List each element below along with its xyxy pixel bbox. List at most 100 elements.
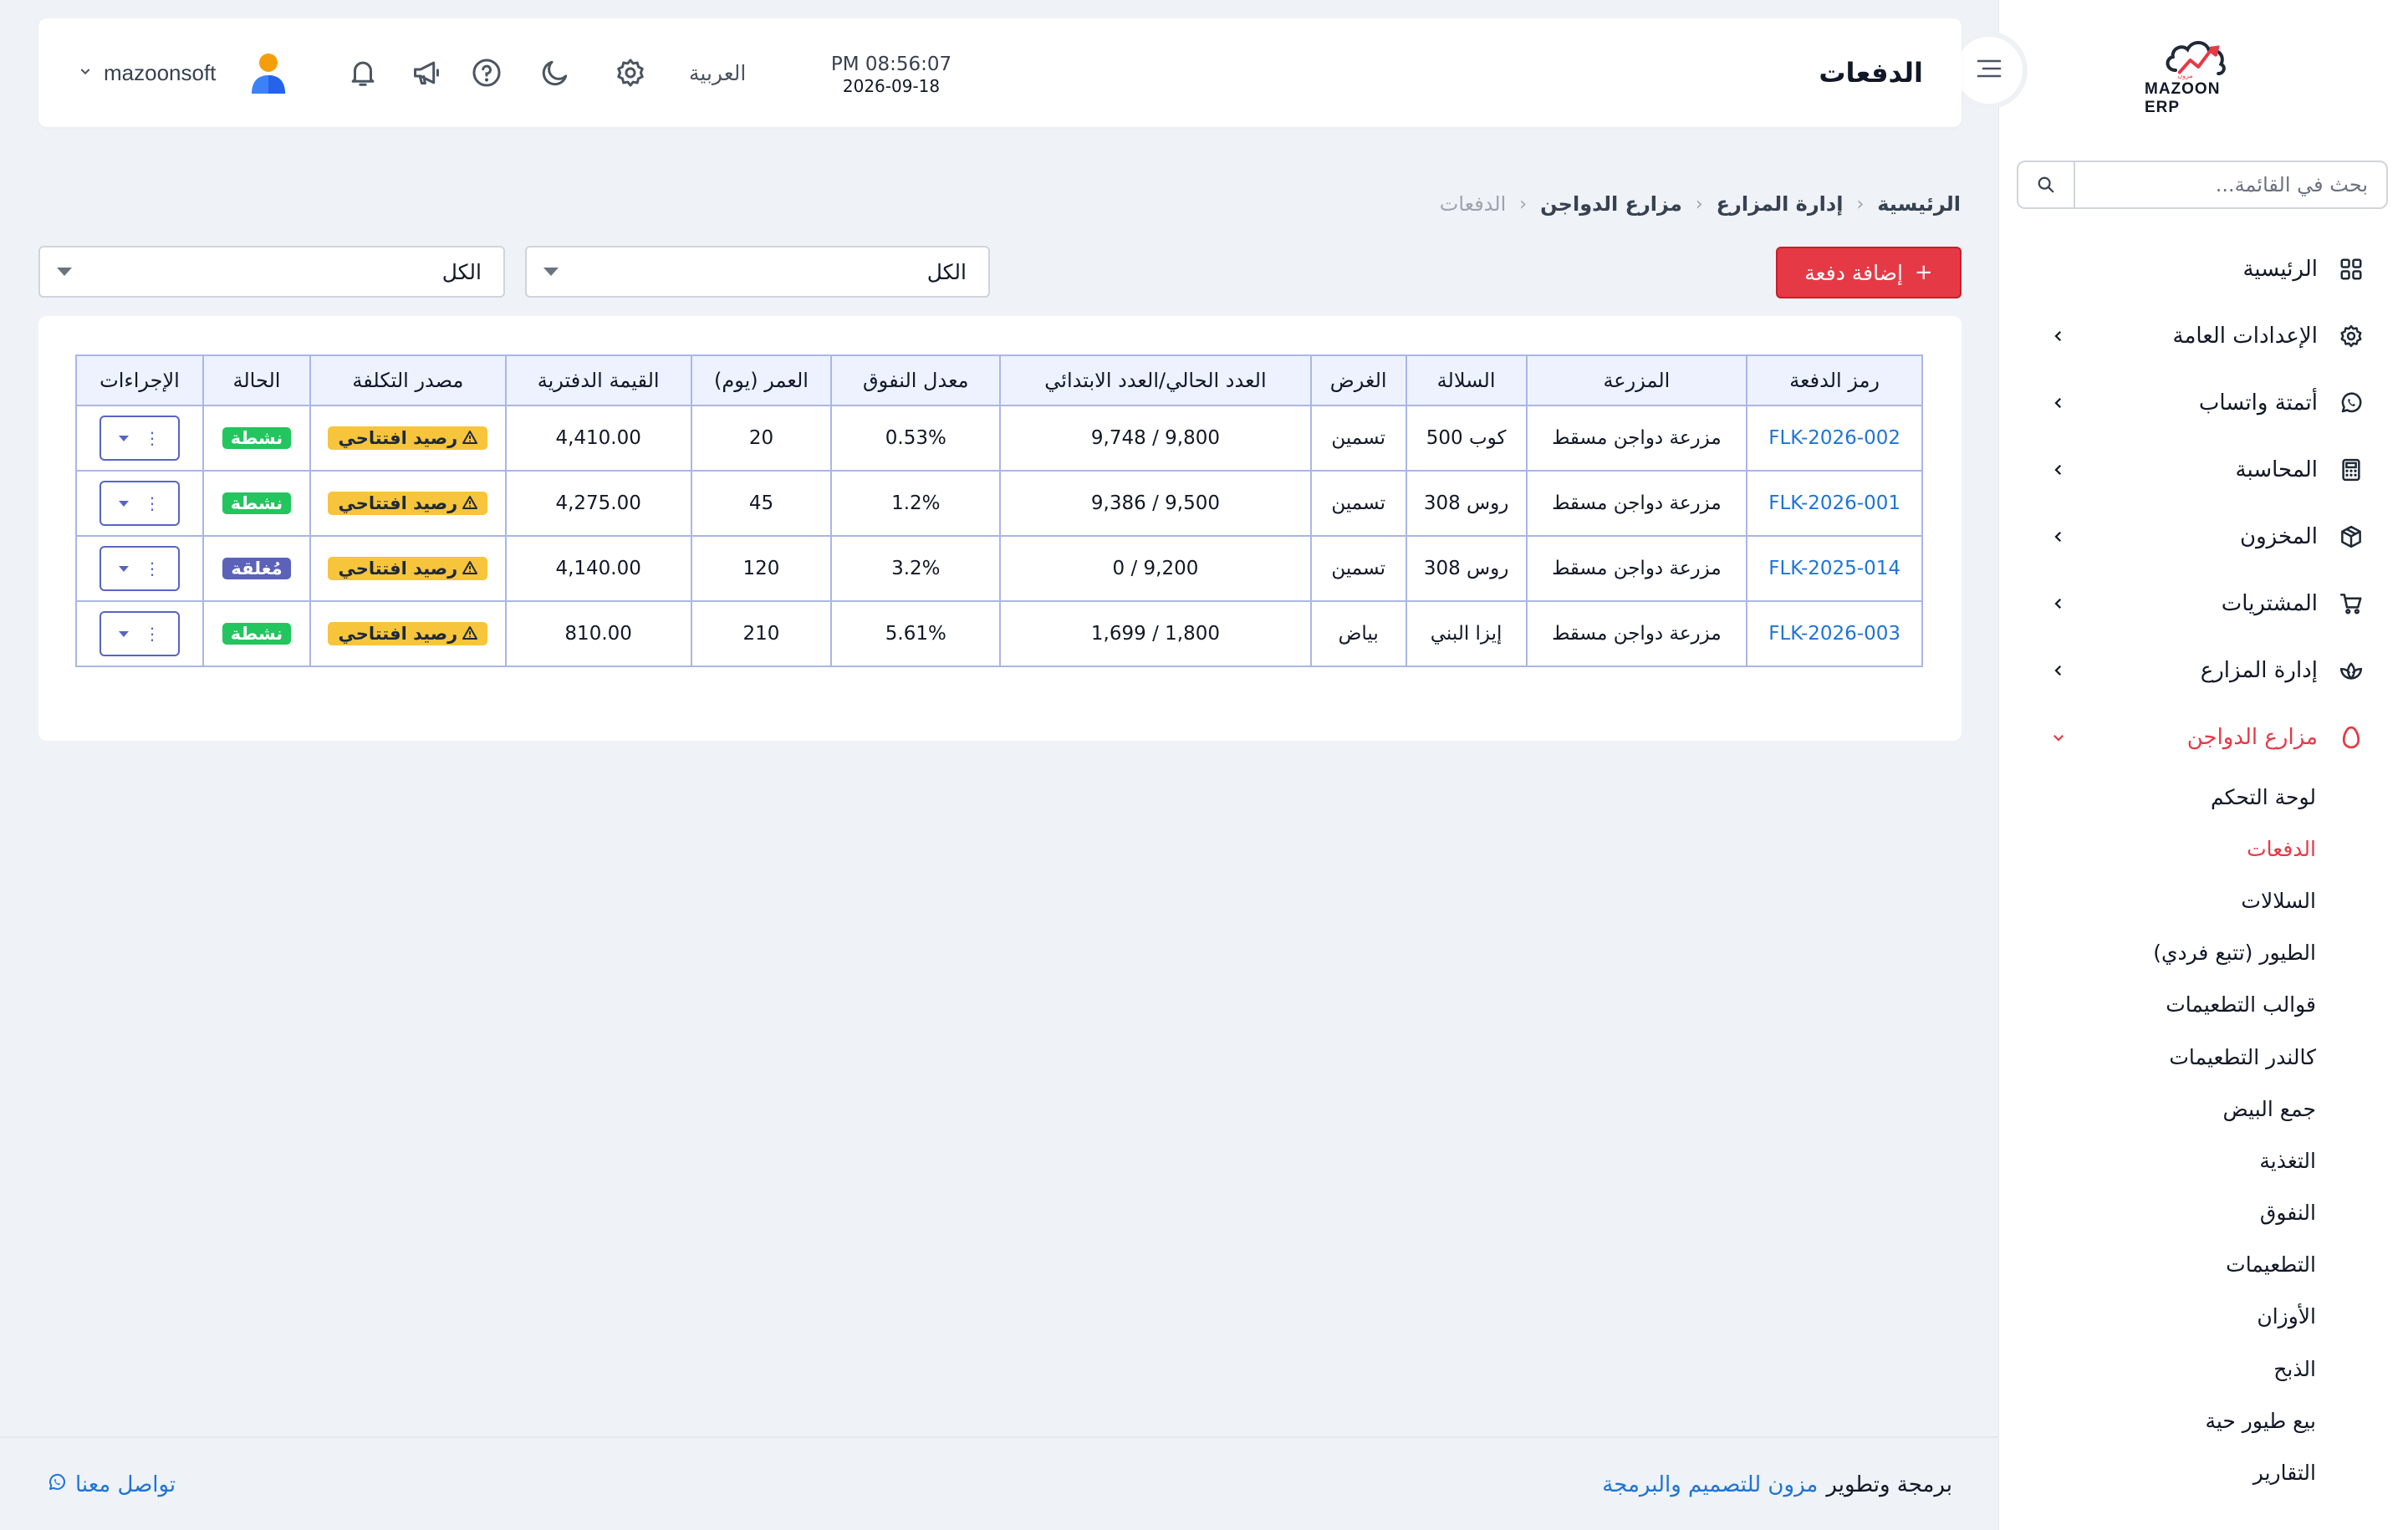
submenu-item-vaccination-templates[interactable]: قوالب التطعيمات	[1998, 979, 2316, 1031]
purpose-cell: تسمين	[1309, 405, 1407, 472]
logo-mark-icon: مزون	[2166, 41, 2226, 79]
row-actions-button[interactable]: ⋮	[99, 416, 180, 461]
caret-down-icon	[119, 500, 129, 507]
chevron-down-icon	[2048, 727, 2069, 747]
batches-card: رمز الدفعة المزرعة السلالة الغرض العدد ا…	[38, 316, 1962, 741]
batch-code-link[interactable]: FLK-2026-001	[1746, 470, 1923, 537]
col-status[interactable]: الحالة	[202, 354, 311, 406]
col-book-value[interactable]: القيمة الدفترية	[504, 354, 692, 406]
count-cell: 0 / 9,200	[999, 535, 1312, 602]
moon-icon[interactable]	[537, 54, 574, 91]
purpose-cell: تسمين	[1309, 470, 1407, 537]
grid-icon	[2336, 254, 2366, 284]
footer-credit: برمجة وتطوير مزون للتصميم والبرمجة	[1602, 1438, 1952, 1530]
submenu-item-reports[interactable]: التقارير	[1998, 1446, 2316, 1498]
submenu-item-dashboard[interactable]: لوحة التحكم	[1998, 771, 2316, 823]
logo-text: MAZOON ERP	[2145, 80, 2221, 116]
sidebar-search-input[interactable]	[2075, 162, 2386, 207]
book-value-cell: 4,275.00	[504, 470, 692, 537]
sidebar-search	[2017, 161, 2388, 209]
submenu-item-egg-collection[interactable]: جمع البيض	[1998, 1083, 2316, 1135]
submenu-item-vaccination-calendar[interactable]: كالندر التطعيمات	[1998, 1031, 2316, 1083]
breadcrumb-farm-management[interactable]: إدارة المزارع	[1717, 192, 1844, 216]
language-switch[interactable]: العربية	[689, 18, 746, 127]
col-batch-code[interactable]: رمز الدفعة	[1746, 354, 1923, 406]
col-farm[interactable]: المزرعة	[1525, 354, 1748, 406]
breadcrumb-home[interactable]: الرئيسية	[1877, 192, 1961, 216]
batch-code-link[interactable]: FLK-2026-002	[1746, 405, 1923, 472]
sidebar-item-purchases[interactable]: المشتريات	[1998, 570, 2408, 637]
chevron-down-icon	[79, 64, 95, 81]
gear-icon[interactable]	[612, 54, 649, 91]
sidebar-item-accounting[interactable]: المحاسبة	[1998, 436, 2408, 503]
batch-code-link[interactable]: FLK-2025-014	[1746, 535, 1923, 602]
sidebar-item-home[interactable]: الرئيسية	[1998, 236, 2408, 303]
sidebar-item-label: المخزون	[2240, 524, 2318, 549]
breadcrumb-poultry-farms[interactable]: مزارع الدواجن	[1540, 192, 1682, 216]
submenu-item-feeding[interactable]: التغذية	[1998, 1135, 2316, 1186]
table-header-row: رمز الدفعة المزرعة السلالة الغرض العدد ا…	[74, 354, 1923, 406]
sidebar-item-label: مزارع الدواجن	[2186, 725, 2318, 750]
status-cell: مُغلقة	[202, 535, 311, 602]
clock-date: 2026-09-18	[842, 76, 941, 96]
col-mortality[interactable]: معدل النفوق	[830, 354, 1002, 406]
row-actions-button[interactable]: ⋮	[99, 481, 180, 526]
avatar[interactable]	[247, 50, 289, 95]
credit-brand-link[interactable]: مزون للتصميم والبرمجة	[1602, 1472, 1818, 1497]
sidebar-item-whatsapp[interactable]: أتمتة واتساب	[1998, 370, 2408, 436]
plus-icon: +	[1914, 260, 1933, 285]
chevron-left-icon	[2048, 527, 2069, 547]
farm-cell: مزرعة دواجن مسقط	[1525, 535, 1748, 602]
bell-icon[interactable]	[344, 54, 381, 91]
add-batch-button[interactable]: + إضافة دفعة	[1776, 247, 1962, 298]
help-icon[interactable]	[468, 54, 505, 91]
sidebar-item-label: المحاسبة	[2235, 457, 2318, 482]
status-cell: نشطة	[202, 405, 311, 472]
megaphone-icon[interactable]	[408, 54, 445, 91]
filter-select-2[interactable]: الكل	[38, 246, 505, 298]
cost-source-cell: رصيد افتتاحي	[309, 600, 507, 667]
col-purpose[interactable]: الغرض	[1309, 354, 1407, 406]
submenu-item-slaughter[interactable]: الذبح	[1998, 1343, 2316, 1395]
submenu-item-vaccinations[interactable]: التطعيمات	[1998, 1239, 2316, 1291]
status-badge: مُغلقة	[222, 558, 291, 579]
user-menu[interactable]: mazoonsoft	[79, 18, 289, 127]
mortality-cell: 3.2%	[830, 535, 1002, 602]
more-vertical-icon: ⋮	[144, 624, 161, 644]
row-actions-button[interactable]: ⋮	[99, 546, 180, 591]
sidebar-item-inventory[interactable]: المخزون	[1998, 503, 2408, 570]
sidebar-item-poultry-farms[interactable]: مزارع الدواجن	[1998, 704, 2408, 771]
submenu-item-birds[interactable]: الطيور (تتبع فردي)	[1998, 927, 2316, 979]
cost-source-badge: رصيد افتتاحي	[328, 557, 488, 580]
sidebar-item-label: أتمتة واتساب	[2198, 390, 2318, 416]
row-actions-button[interactable]: ⋮	[99, 611, 180, 656]
contact-us-link[interactable]: تواصل معنا	[47, 1438, 176, 1530]
more-vertical-icon: ⋮	[144, 493, 161, 513]
search-icon[interactable]	[2018, 162, 2075, 207]
col-age[interactable]: العمر (يوم)	[690, 354, 833, 406]
cost-source-badge: رصيد افتتاحي	[328, 426, 488, 450]
col-cost-source[interactable]: مصدر التكلفة	[309, 354, 507, 406]
batch-code-link[interactable]: FLK-2026-003	[1746, 600, 1923, 667]
submenu-item-batches[interactable]: الدفعات	[1998, 823, 2316, 875]
col-count[interactable]: العدد الحالي/العدد الابتدائي	[999, 354, 1312, 406]
cost-source-badge: رصيد افتتاحي	[328, 622, 488, 645]
submenu-item-breeds[interactable]: السلالات	[1998, 875, 2316, 926]
sidebar-toggle-button[interactable]	[1951, 32, 2028, 109]
status-cell: نشطة	[202, 600, 311, 667]
submenu-item-mortality[interactable]: النفوق	[1998, 1187, 2316, 1239]
actions-cell: ⋮	[74, 600, 205, 667]
contact-label: تواصل معنا	[75, 1472, 176, 1497]
submenu-item-weights[interactable]: الأوزان	[1998, 1291, 2316, 1343]
filter-select-1[interactable]: الكل	[525, 246, 990, 298]
sidebar-item-general-settings[interactable]: الإعدادات العامة	[1998, 303, 2408, 370]
mortality-cell: 1.2%	[830, 470, 1002, 537]
col-breed[interactable]: السلالة	[1405, 354, 1528, 406]
sidebar-item-label: المشتريات	[2221, 591, 2318, 616]
sidebar-item-farm-management[interactable]: إدارة المزارع	[1998, 637, 2408, 704]
submenu-item-live-bird-sales[interactable]: بيع طيور حية	[1998, 1395, 2316, 1446]
more-vertical-icon: ⋮	[144, 428, 161, 448]
chevron-left-icon	[2048, 393, 2069, 413]
app-logo[interactable]: مزون MAZOON ERP	[2145, 33, 2253, 117]
actions-cell: ⋮	[74, 405, 205, 472]
